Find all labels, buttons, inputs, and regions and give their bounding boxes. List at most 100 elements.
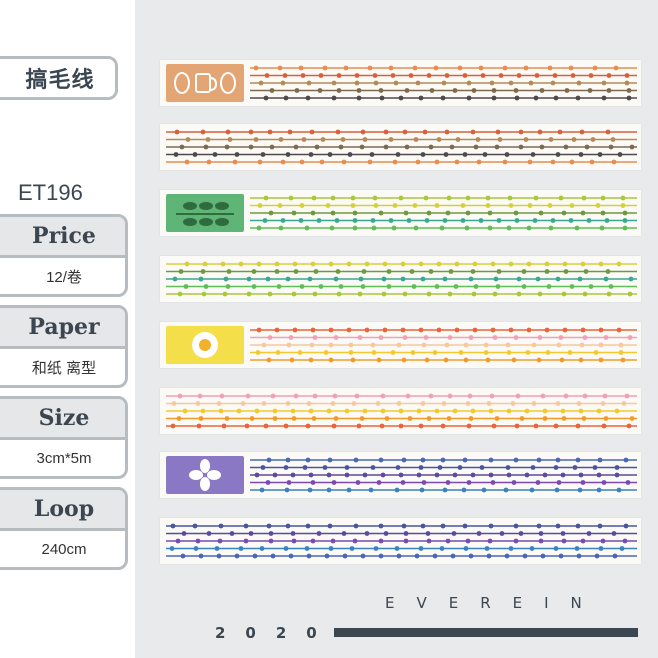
yarn-dot [353, 523, 359, 529]
yarn-dot [362, 408, 368, 414]
yarn-dot [494, 144, 500, 150]
yarn-dot [382, 261, 388, 267]
yarn-dot [605, 269, 611, 274]
yarn-dot [382, 327, 388, 333]
yarn-dot [555, 523, 561, 529]
yarn-dot [443, 357, 449, 363]
yarn-dot [355, 480, 361, 485]
yarn-dot [448, 269, 454, 274]
yarn-dot [343, 65, 349, 71]
yarn-dot [388, 218, 394, 223]
yarn-dot [575, 457, 581, 463]
yarn-dot [426, 73, 432, 78]
yarn-dot [412, 65, 418, 71]
yarn-dot [227, 137, 233, 142]
yarn-dot [318, 284, 324, 289]
yarn-dot [350, 195, 356, 201]
yarn-dot [623, 457, 629, 463]
yarn-dot [454, 159, 460, 165]
yarn-dot [626, 95, 632, 101]
yarn-dot [298, 65, 304, 71]
yarn-dot [626, 88, 632, 93]
yarn-dot [475, 137, 481, 142]
yarn-dot [280, 159, 286, 165]
yarn-dot [336, 73, 342, 78]
yarn-dot [364, 531, 370, 536]
yarn-dot [362, 137, 368, 142]
yarn-dot [376, 480, 382, 485]
yarn-dot [200, 269, 206, 274]
product-title: 搞毛线 [25, 67, 95, 92]
yarn-dot [390, 73, 396, 78]
yarn-dot [253, 137, 259, 142]
yarn-dot [514, 218, 520, 223]
yarn-dot [177, 291, 183, 297]
yarn-dot [307, 487, 313, 493]
yarn-dot [561, 416, 567, 421]
yarn-dot [287, 129, 293, 135]
yarn-dot [539, 88, 545, 93]
yarn-dot [265, 480, 271, 485]
yarn-dot [396, 553, 402, 559]
yarn-dot [330, 538, 336, 544]
yarn-dot [362, 472, 368, 478]
yarn-dot [576, 80, 582, 86]
yarn-dot [289, 357, 295, 363]
yarn-dot [327, 457, 333, 463]
yarn-dot [424, 357, 430, 363]
yarn-dot [291, 416, 297, 421]
yarn-dot [538, 538, 544, 544]
yarn-dot [463, 357, 469, 363]
yarn-dot [313, 269, 319, 274]
yarn-dot [309, 342, 315, 348]
yarn-dot [392, 203, 398, 208]
yarn-dot [440, 423, 446, 429]
yarn-dot [594, 553, 600, 559]
yarn-dot [552, 73, 558, 78]
yarn-dot [436, 327, 442, 333]
yarn-dot [558, 335, 564, 340]
yarn-dot [445, 538, 451, 544]
yarn-dot [308, 357, 314, 363]
yarn-dot [462, 523, 468, 529]
yarn-dot [579, 342, 585, 348]
yarn-dot [598, 261, 604, 267]
yarn-dot [258, 80, 264, 86]
yarn-dot [418, 465, 424, 470]
yarn-dot [269, 144, 275, 150]
yarn-dot [597, 152, 603, 157]
yarn-dot [476, 531, 482, 536]
yarn-dot [346, 327, 352, 333]
yarn-dot [354, 80, 360, 86]
yarn-dot [243, 523, 249, 529]
yarn-dot [436, 137, 442, 142]
yarn-dot [220, 261, 226, 267]
yarn-dot [540, 393, 546, 399]
yarn-dot [305, 523, 311, 529]
yarn-dot [333, 335, 339, 340]
yarn-dot [497, 137, 503, 142]
yarn-dot [579, 129, 585, 135]
yarn-dot [460, 203, 466, 208]
yarn-dot [492, 335, 498, 340]
yarn-dot [405, 393, 411, 399]
yarn-dot [344, 472, 350, 478]
yarn-dot [527, 159, 533, 165]
yarn-dot [357, 291, 363, 297]
yarn-dot [588, 73, 594, 78]
yarn-dot [206, 531, 212, 536]
yarn-dot [544, 327, 550, 333]
yarn-dot [282, 73, 288, 78]
yarn-dot [478, 65, 484, 71]
yarn-dot [406, 218, 412, 223]
yarn-dot [529, 546, 535, 551]
yarn-dot [446, 416, 452, 421]
yarn-dot [614, 465, 620, 470]
yarn-dot [418, 95, 424, 101]
yarn-dot [248, 531, 254, 536]
yarn-dot [596, 472, 602, 478]
yarn-dot [518, 531, 524, 536]
yarn-dot [440, 95, 446, 101]
yarn-dot [403, 210, 409, 216]
yarn-dot [514, 423, 520, 429]
